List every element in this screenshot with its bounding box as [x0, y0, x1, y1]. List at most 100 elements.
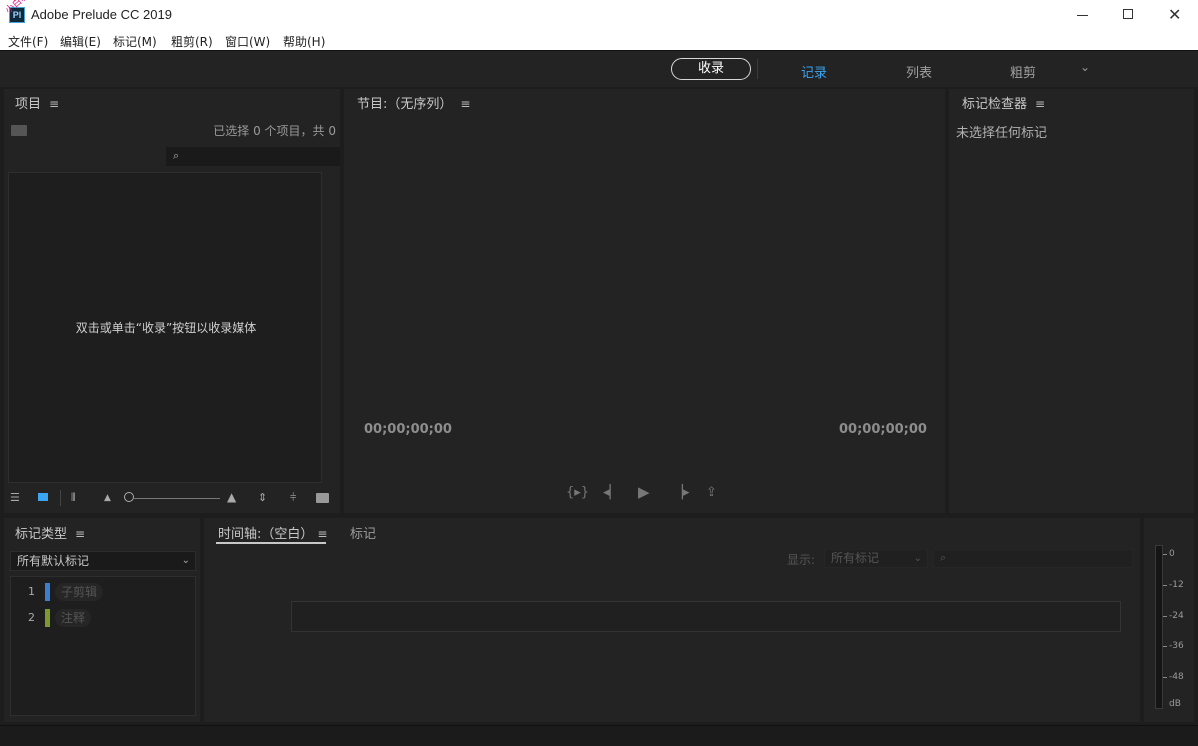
ingest-button[interactable]: 收录 [671, 58, 751, 80]
project-panel-title: 项目 ≡ [15, 93, 59, 112]
workspace-tab-rough-cut[interactable]: 粗剪 [1010, 62, 1036, 81]
selected-count: 已选择 0 个项目，共 0 [213, 124, 336, 138]
chevron-down-icon: ⌄ [913, 553, 922, 564]
zoom-out-icon[interactable]: ▲ [104, 493, 111, 507]
close-icon: ✕ [1168, 5, 1182, 24]
workspace-bar: 收录 记录 列表 粗剪 ⌄ [0, 50, 1198, 87]
menu-file[interactable]: 文件(F) [8, 33, 48, 50]
marker-type-panel: 标记类型 ≡ 所有默认标记 ⌄ 1 子剪辑 2 注释 [4, 518, 200, 722]
marker-filter-select[interactable]: 所有标记 ⌄ [824, 549, 928, 568]
inspector-panel-title: 标记检查器 ≡ [962, 93, 1045, 112]
window-title: Adobe Prelude CC 2019 [31, 7, 172, 22]
marker-type-panel-title: 标记类型 ≡ [15, 523, 85, 542]
marker-type-list: 1 子剪辑 2 注释 [10, 576, 196, 716]
mark-in-out-icon[interactable]: {▸} [566, 485, 589, 500]
menu-edit[interactable]: 编辑(E) [60, 33, 101, 50]
marker-type-label[interactable]: 注释 [55, 609, 92, 627]
search-icon: ⌕ [940, 551, 947, 564]
toolbar-divider [60, 490, 61, 506]
menu-bar: 文件(F) 编辑(E) 标记(M) 粗剪(R) 窗口(W) 帮助(H) [0, 30, 1198, 50]
meter-label: -48 [1169, 672, 1184, 682]
meter-tick [1163, 677, 1167, 678]
workspace-tab-logging[interactable]: 记录 [801, 62, 827, 81]
timeline-tab-text: 时间轴:（空白） [218, 527, 314, 542]
zoom-slider-track[interactable] [133, 498, 220, 499]
show-label: 显示: [787, 553, 816, 567]
export-frame-icon[interactable]: ⇪ [706, 485, 717, 500]
timeline-track-area[interactable] [291, 601, 1121, 632]
meter-unit-label: dB [1169, 699, 1181, 709]
menu-help[interactable]: 帮助(H) [283, 33, 325, 50]
marker-color-swatch [45, 609, 50, 627]
minimize-icon [1077, 15, 1088, 16]
project-panel-menu-icon[interactable]: ≡ [49, 97, 59, 111]
menu-window[interactable]: 窗口(W) [225, 33, 270, 50]
marker-type-item[interactable]: 2 注释 [11, 608, 197, 628]
marker-filter-value: 所有标记 [831, 551, 880, 565]
freeform-view-icon[interactable]: ⫴ [71, 491, 76, 505]
step-back-icon[interactable]: ◂▏ [603, 485, 620, 500]
list-view-icon[interactable]: ☰ [10, 491, 20, 505]
icon-view-icon[interactable] [38, 493, 48, 501]
timeline-panel: 时间轴:（空白） ≡ 标记 显示: 所有标记 ⌄ ⌕ [204, 518, 1140, 722]
meter-tick [1163, 554, 1167, 555]
meter-label: -36 [1169, 641, 1184, 651]
marker-type-title-text: 标记类型 [15, 527, 68, 542]
auto-match-icon[interactable]: ⫩ [290, 491, 296, 505]
timecode-out[interactable]: 00;00;00;00 [839, 422, 927, 437]
marker-type-number: 1 [28, 585, 35, 598]
workspace-divider [757, 59, 758, 79]
meter-label: -24 [1169, 611, 1184, 621]
sort-icon[interactable]: ⇕ [258, 491, 267, 505]
menu-rough-cut[interactable]: 粗剪(R) [171, 33, 213, 50]
inspector-panel-menu-icon[interactable]: ≡ [1035, 97, 1045, 111]
program-title-text: 节目:（无序列） [357, 97, 453, 112]
tab-timeline[interactable]: 时间轴:（空白） ≡ [218, 523, 327, 542]
step-forward-icon[interactable]: ▕▸ [673, 485, 690, 500]
marker-type-item[interactable]: 1 子剪辑 [11, 582, 197, 602]
workspace-menu-chevron-icon[interactable]: ⌄ [1080, 60, 1090, 74]
project-title-text: 项目 [15, 97, 42, 112]
marker-inspector-panel: 标记检查器 ≡ 未选择任何标记 [949, 89, 1194, 513]
zoom-slider-handle[interactable] [124, 492, 134, 502]
meter-label: 0 [1169, 549, 1175, 559]
project-panel: 项目 ≡ 已选择 0 个项目，共 0 ⌕ 双击或单击“收录”按钮以收录媒体 ☰ ⫴… [4, 89, 340, 513]
marker-type-select-value: 所有默认标记 [17, 554, 90, 568]
marker-type-number: 2 [28, 611, 35, 624]
meter-tick [1163, 616, 1167, 617]
marker-type-select[interactable]: 所有默认标记 ⌄ [10, 551, 196, 571]
workspace-tab-list[interactable]: 列表 [906, 62, 932, 81]
tab-markers[interactable]: 标记 [350, 523, 376, 542]
program-monitor-panel: 节目:（无序列） ≡ 00;00;00;00 00;00;00;00 {▸} ◂▏… [344, 89, 945, 513]
marker-color-swatch [45, 583, 50, 601]
folder-icon[interactable] [11, 125, 27, 136]
audio-meter-bar [1155, 545, 1163, 709]
project-search-input[interactable]: ⌕ [166, 147, 340, 166]
project-toolbar: ☰ ⫴ ▲ ▲ ⇕ ⫩ [4, 487, 340, 509]
project-media-list[interactable]: 双击或单击“收录”按钮以收录媒体 [8, 172, 322, 483]
audio-meter-panel: 0 -12 -24 -36 -48 dB [1144, 518, 1194, 722]
meter-tick [1163, 585, 1167, 586]
chevron-down-icon: ⌄ [181, 555, 190, 566]
meter-label: -12 [1169, 580, 1184, 590]
timeline-panel-menu-icon[interactable]: ≡ [317, 527, 327, 541]
marker-type-panel-menu-icon[interactable]: ≡ [75, 527, 85, 541]
active-tab-underline [216, 542, 326, 544]
marker-type-label[interactable]: 子剪辑 [55, 583, 104, 601]
zoom-in-icon[interactable]: ▲ [227, 490, 236, 504]
program-panel-menu-icon[interactable]: ≡ [460, 97, 470, 111]
new-folder-icon[interactable] [316, 493, 329, 503]
close-button[interactable]: ✕ [1152, 0, 1198, 30]
maximize-button[interactable] [1106, 0, 1152, 30]
play-icon[interactable]: ▶ [638, 483, 650, 501]
minimize-button[interactable] [1060, 0, 1106, 30]
program-panel-title: 节目:（无序列） ≡ [357, 93, 470, 112]
timecode-in[interactable]: 00;00;00;00 [364, 422, 452, 437]
title-bar: Pl Adobe Prelude CC 2019 ✕ [0, 0, 1198, 30]
status-bar [0, 725, 1198, 746]
timeline-search-input[interactable]: ⌕ [933, 549, 1133, 568]
project-empty-message: 双击或单击“收录”按钮以收录媒体 [75, 321, 257, 335]
menu-marker[interactable]: 标记(M) [113, 33, 157, 50]
inspector-empty-message: 未选择任何标记 [956, 126, 1048, 141]
maximize-icon [1123, 9, 1133, 19]
